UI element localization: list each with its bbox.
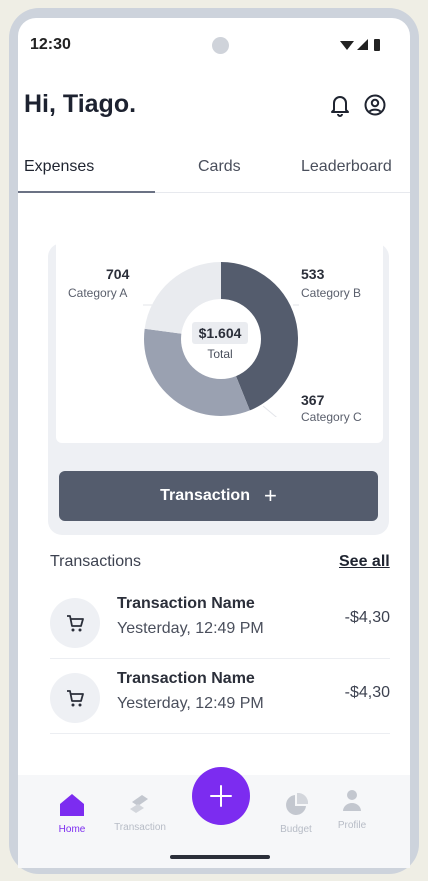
cart-icon (50, 673, 100, 723)
transaction-row[interactable]: Transaction Name Yesterday, 12:49 PM -$4… (50, 585, 390, 659)
add-fab-button[interactable] (192, 767, 250, 825)
cart-icon (50, 598, 100, 648)
category-c-label: Category C (301, 410, 362, 424)
nav-home[interactable]: Home (52, 793, 92, 835)
transactions-title: Transactions (50, 553, 141, 570)
category-b-label: Category B (301, 286, 362, 300)
pie-chart-icon (286, 792, 309, 815)
plus-icon (210, 785, 232, 807)
see-all-link[interactable]: See all (339, 553, 390, 571)
category-b-value: 533 (301, 266, 325, 282)
tab-expenses[interactable]: Expenses (24, 158, 94, 176)
total-amount: $1.604 (192, 322, 248, 344)
tab-bar: Expenses Cards Leaderboard (18, 150, 410, 193)
active-tab-indicator (18, 191, 155, 193)
profile-icon (343, 790, 361, 811)
category-a-label: Category A (68, 286, 128, 300)
tab-leaderboard[interactable]: Leaderboard (301, 158, 392, 176)
transaction-name: Transaction Name (117, 670, 255, 687)
tab-cards[interactable]: Cards (198, 158, 241, 176)
transaction-row[interactable]: Transaction Name Yesterday, 12:49 PM -$4… (50, 660, 390, 734)
bell-icon[interactable] (329, 93, 351, 117)
plus-icon: + (263, 483, 277, 508)
home-indicator (170, 855, 270, 859)
transaction-time: Yesterday, 12:49 PM (117, 620, 264, 637)
nav-profile[interactable]: Profile (332, 789, 372, 831)
account-icon[interactable] (364, 94, 386, 116)
camera-cutout (212, 37, 229, 54)
transaction-amount: -$4,30 (344, 684, 390, 701)
status-time: 12:30 (30, 36, 71, 53)
transaction-name: Transaction Name (117, 595, 255, 612)
greeting-title: Hi, Tiago. (24, 90, 137, 118)
total-label: Total (207, 347, 233, 361)
transfer-icon (130, 795, 148, 813)
nav-budget[interactable]: Budget (276, 792, 316, 835)
transaction-amount: -$4,30 (344, 609, 390, 626)
transaction-time: Yesterday, 12:49 PM (117, 695, 264, 712)
status-icons (340, 38, 382, 51)
battery-icon (374, 39, 380, 51)
nav-transaction[interactable]: Transaction (110, 793, 170, 833)
category-c-value: 367 (301, 392, 325, 408)
signal-icon (357, 38, 368, 50)
add-transaction-button[interactable]: Transaction + (59, 471, 378, 521)
add-transaction-label: Transaction (160, 487, 250, 504)
wifi-icon (340, 40, 354, 50)
category-a-value: 704 (106, 266, 130, 282)
home-icon (60, 794, 84, 816)
